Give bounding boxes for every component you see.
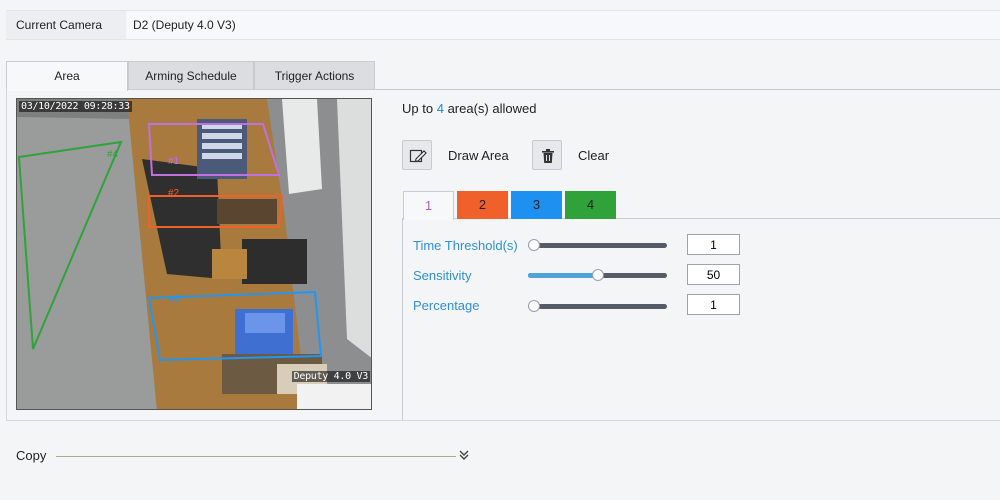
area-tab-4[interactable]: 4 [565,191,616,219]
draw-area-label[interactable]: Draw Area [448,148,509,163]
clear-button[interactable] [532,140,562,170]
sensitivity-label: Sensitivity [413,268,472,283]
area-tab-3[interactable]: 3 [511,191,562,219]
chevron-double-down-icon[interactable] [457,448,471,462]
percentage-slider[interactable] [528,300,667,312]
current-camera-label: Current Camera [6,11,126,39]
draw-area-button[interactable] [402,140,432,170]
tab-trigger-actions[interactable]: Trigger Actions [254,61,375,90]
sensitivity-input[interactable] [687,264,740,285]
region-3-label: #3 [169,294,181,305]
video-preview[interactable]: 03/10/2022 09:28:33 Deputy 4.0 V3 #1 #2 … [16,98,372,410]
copy-divider [56,456,456,457]
area-allowed-text: Up to 4 area(s) allowed [402,101,536,116]
sensitivity-slider-thumb[interactable] [591,269,604,281]
allowed-count: 4 [436,101,444,116]
percentage-label: Percentage [413,298,480,313]
time-threshold-input[interactable] [687,234,740,255]
tab-area[interactable]: Area [6,61,128,91]
video-scene [17,99,371,409]
time-threshold-slider-thumb[interactable] [528,239,540,251]
video-camera-name: Deputy 4.0 V3 [291,371,370,382]
time-threshold-slider[interactable] [528,239,667,251]
percentage-slider-thumb[interactable] [528,300,540,312]
sensitivity-slider-fill [528,273,598,278]
area-tabs-divider [617,218,1000,219]
region-2-label: #2 [168,188,180,199]
current-camera-bar: Current Camera D2 (Deputy 4.0 V3) [6,10,1000,40]
clear-label[interactable]: Clear [578,148,609,163]
allowed-prefix: Up to [402,101,434,116]
tabs-divider [128,89,1000,90]
region-4-label: #4 [107,149,119,160]
trash-icon [542,149,554,163]
time-threshold-label: Time Threshold(s) [413,238,518,253]
content-left-border [6,89,7,421]
percentage-input[interactable] [687,294,740,315]
region-1-label: #1 [168,156,180,167]
copy-label: Copy [16,448,47,463]
area-tab-2[interactable]: 2 [457,191,508,219]
area-tab-1[interactable]: 1 [403,191,454,220]
current-camera-value: D2 (Deputy 4.0 V3) [133,18,236,32]
tab-arming-schedule[interactable]: Arming Schedule [128,61,254,90]
allowed-suffix: area(s) allowed [447,101,537,116]
sensitivity-slider[interactable] [528,269,667,281]
draw-area-icon [409,149,427,163]
video-timestamp: 03/10/2022 09:28:33 [19,101,132,112]
